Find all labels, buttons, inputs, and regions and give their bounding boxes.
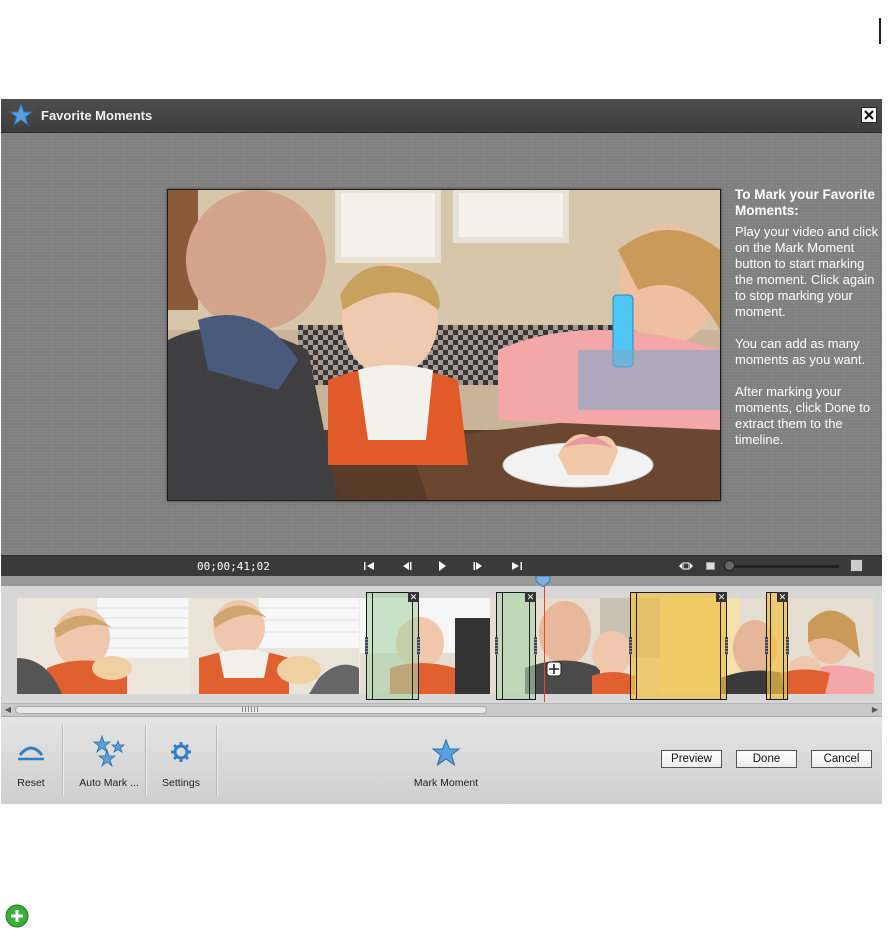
bottom-toolbar: Reset Auto Mark ... Settings Mark Moment… [1, 716, 882, 804]
remove-moment-button[interactable]: ✕ [525, 592, 536, 602]
instructions-paragraph: You can add as many moments as you want. [735, 336, 866, 367]
fit-timeline-icon[interactable] [678, 560, 694, 572]
gear-icon [171, 742, 191, 762]
moment-marker[interactable]: ✕ [365, 592, 420, 700]
zoom-in-icon[interactable] [850, 559, 863, 572]
instructions-heading: To Mark your Favorite Moments: [735, 187, 876, 218]
playhead-handle[interactable] [535, 576, 551, 587]
mark-moment-label: Mark Moment [413, 777, 479, 789]
playhead-line [544, 586, 545, 702]
moment-marker[interactable]: ✕ [765, 592, 789, 700]
star-icon [9, 103, 33, 127]
clip-thumbnail [189, 598, 359, 694]
clip-thumbnail-strip[interactable] [17, 598, 874, 694]
preview-button[interactable]: Preview [661, 750, 722, 768]
toolbar-divider [145, 725, 147, 795]
timeline-scrollbar[interactable]: ◀ ▶ [1, 703, 882, 716]
clip-thumbnail [360, 598, 874, 694]
step-back-button[interactable] [400, 560, 414, 572]
page-edge-mark [879, 18, 881, 44]
mark-moment-button[interactable]: Mark Moment [405, 737, 487, 797]
zoom-slider-handle[interactable] [724, 560, 735, 571]
window-title: Favorite Moments [41, 108, 153, 123]
timecode-display: 00;00;41;02 [197, 560, 270, 573]
reset-label: Reset [17, 777, 45, 789]
time-ruler[interactable] [1, 576, 882, 586]
settings-label: Settings [162, 777, 200, 789]
scroll-left-icon[interactable]: ◀ [3, 705, 13, 715]
close-icon [864, 110, 874, 120]
instructions-paragraph: After marking your moments, click Done t… [735, 384, 871, 447]
remove-moment-button[interactable]: ✕ [408, 592, 419, 602]
toolbar-divider [62, 725, 64, 795]
toolbar-divider [216, 725, 218, 795]
scrollbar-grip-icon [242, 707, 260, 712]
moment-marker[interactable]: ✕ [495, 592, 537, 700]
settings-button[interactable]: Settings [153, 737, 209, 797]
favorite-moments-dialog: Favorite Moments To Mark your Favorite M… [1, 99, 882, 804]
video-preview[interactable] [167, 189, 721, 501]
clip-thumbnail [17, 598, 188, 694]
timeline: ✕ ✕ ✕ ✕ ◀ ▶ [1, 576, 882, 716]
preview-area: To Mark your Favorite Moments: Play your… [1, 133, 882, 555]
cancel-button[interactable]: Cancel [811, 750, 872, 768]
instructions-paragraph: Play your video and click on the Mark Mo… [735, 224, 879, 319]
reset-button[interactable]: Reset [9, 737, 53, 797]
reset-icon [18, 746, 44, 761]
remove-moment-button[interactable]: ✕ [777, 592, 788, 602]
move-cursor-icon [546, 661, 562, 677]
close-button[interactable] [861, 107, 877, 123]
title-bar: Favorite Moments [1, 99, 882, 133]
auto-mark-label: Auto Mark ... [79, 777, 139, 789]
zoom-slider[interactable] [727, 565, 839, 568]
instructions-panel: To Mark your Favorite Moments: Play your… [735, 187, 881, 464]
play-button[interactable] [435, 560, 449, 572]
video-frame-image [168, 190, 720, 500]
auto-mark-stars-icon [92, 735, 126, 767]
go-to-start-button[interactable] [362, 560, 376, 572]
step-forward-button[interactable] [471, 560, 485, 572]
add-icon[interactable] [5, 904, 29, 928]
star-icon [432, 739, 460, 767]
moment-marker[interactable]: ✕ [629, 592, 728, 700]
zoom-out-icon[interactable] [706, 562, 715, 570]
auto-mark-button[interactable]: Auto Mark ... [73, 735, 145, 797]
remove-moment-button[interactable]: ✕ [716, 592, 727, 602]
done-button[interactable]: Done [736, 750, 797, 768]
transport-bar: 00;00;41;02 [1, 555, 882, 576]
scroll-right-icon[interactable]: ▶ [870, 705, 880, 715]
go-to-end-button[interactable] [510, 560, 524, 572]
